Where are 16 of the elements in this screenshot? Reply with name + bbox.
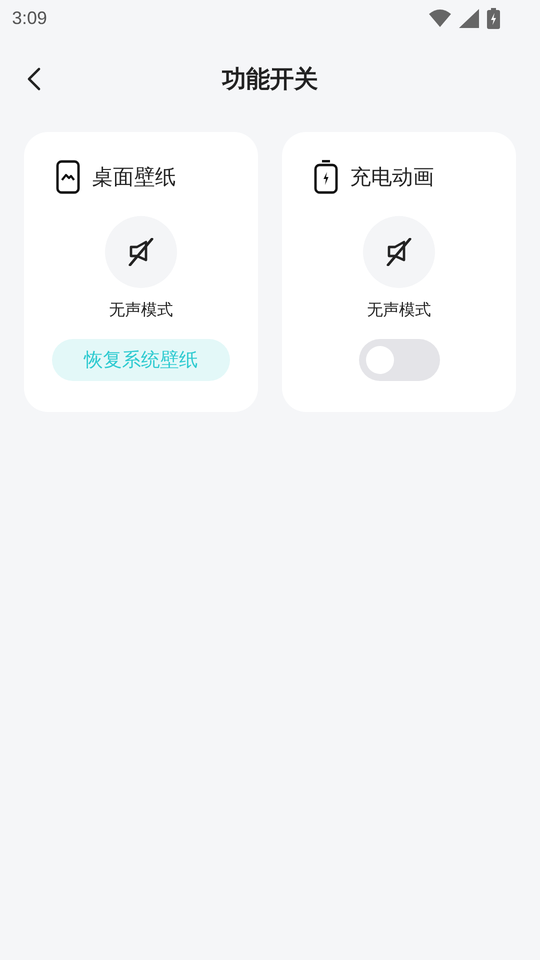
mute-icon <box>385 238 413 266</box>
toggle-switch[interactable] <box>358 339 440 381</box>
signal-icon <box>459 8 479 28</box>
battery-icon <box>487 8 500 28</box>
mode-label: 无声模式 <box>367 300 431 321</box>
card-title: 充电动画 <box>350 164 434 191</box>
mode-label: 无声模式 <box>109 300 173 321</box>
page-title: 功能开关 <box>222 64 318 95</box>
card-title: 桌面壁纸 <box>92 164 176 191</box>
battery-charging-icon <box>314 160 338 194</box>
wifi-icon <box>429 9 451 27</box>
restore-button[interactable]: 恢复系统壁纸 <box>52 339 230 381</box>
status-time: 3:09 <box>12 8 48 28</box>
back-icon[interactable] <box>27 67 41 91</box>
picture-frame-icon <box>56 160 80 194</box>
mute-icon <box>127 238 155 266</box>
